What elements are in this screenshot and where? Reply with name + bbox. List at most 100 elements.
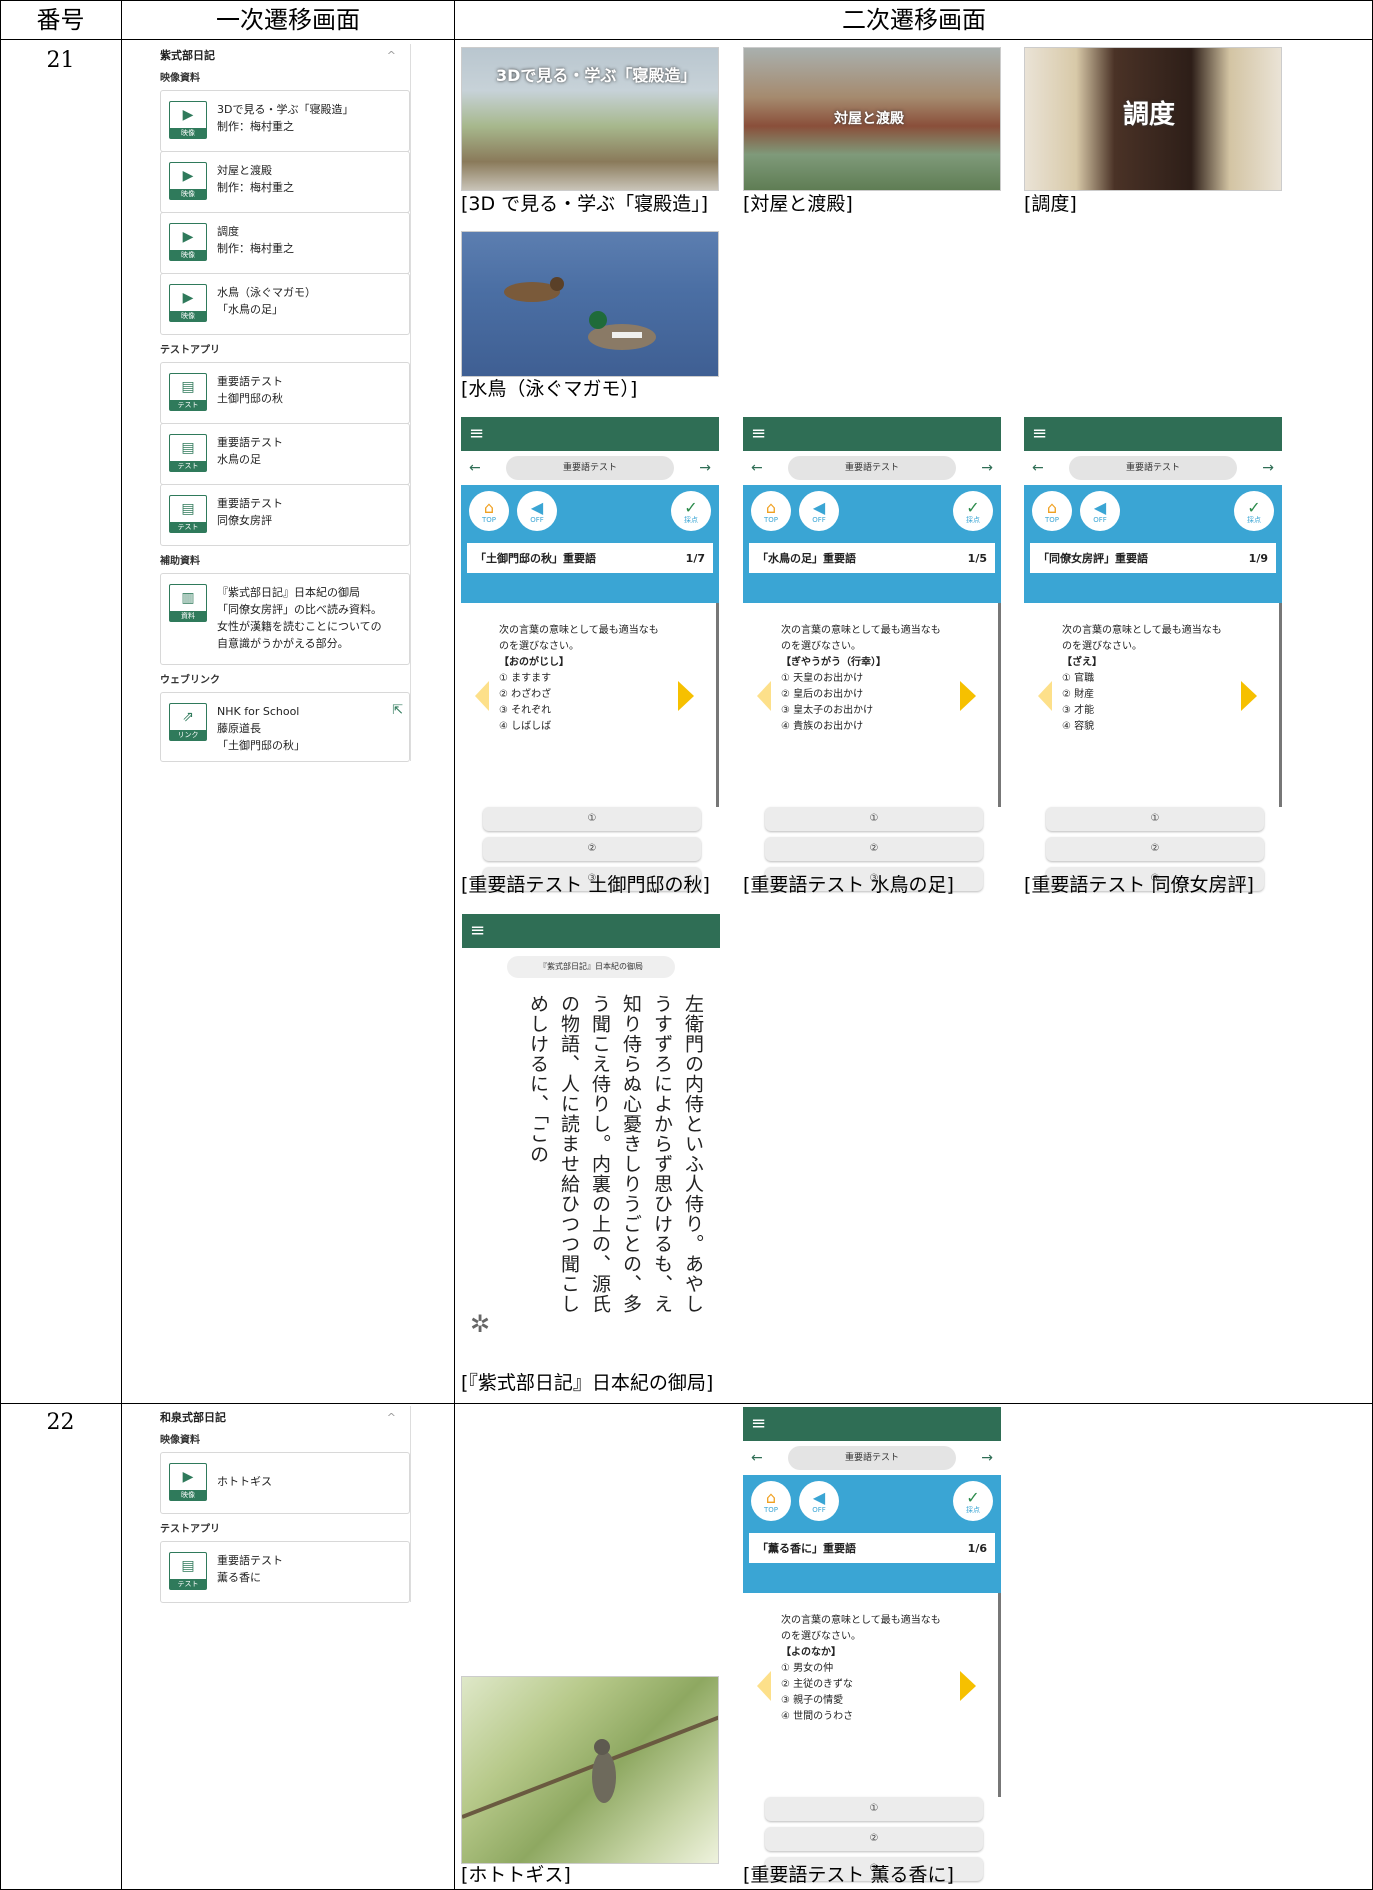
page-indicator: 1/7	[685, 551, 705, 565]
home-button[interactable]: ⌂ TOP	[751, 491, 791, 531]
next-arrow-icon[interactable]	[960, 1671, 976, 1701]
answer-button[interactable]: ②	[483, 837, 701, 861]
question-area: 次の言葉の意味として最も適当なも のを選びなさい。 【おのがじし】 ① ますます ②…	[461, 603, 719, 807]
forward-arrow-icon[interactable]: →	[699, 460, 711, 476]
panel-title[interactable]: 紫式部日記 ^	[160, 44, 410, 68]
section-label: テストアプリ	[160, 1524, 220, 1535]
video-icon: ▶ 映像	[169, 223, 207, 261]
bird-illustration	[462, 1715, 718, 1819]
video-thumbnail-mallard[interactable]	[461, 231, 719, 377]
answer-button[interactable]: ①	[765, 807, 983, 831]
grade-button[interactable]: ✓ 採点	[1234, 491, 1274, 531]
gear-icon[interactable]: ✲	[470, 1310, 490, 1338]
video-thumbnail-tainoya[interactable]: 対屋と渡殿	[743, 47, 1001, 191]
menu-icon[interactable]: ≡	[743, 1407, 1001, 1441]
document-item[interactable]: ▥ 資料 『紫式部日記』日本紀の御局 「同僚女房評」の比べ読み資料。 女性が漢籍を読む…	[160, 573, 410, 665]
video-icon: ▶ 映像	[169, 101, 207, 139]
home-button[interactable]: ⌂ TOP	[469, 491, 509, 531]
video-item[interactable]: ▶ 映像 対屋と渡殿 制作：梅村重之	[160, 151, 410, 213]
test-item[interactable]: ▤ テスト 重要語テスト 同僚女房評	[160, 484, 410, 546]
chevron-up-icon[interactable]: ^	[387, 44, 396, 68]
video-thumbnail-shinden[interactable]: 3Dで見る・学ぶ「寝殿造」	[461, 47, 719, 191]
test-item[interactable]: ▤ テスト 重要語テスト 水鳥の足	[160, 423, 410, 485]
home-button[interactable]: ⌂ TOP	[751, 1481, 791, 1521]
quiz-title: 「薫る香に」重要語	[757, 1542, 856, 1555]
menu-icon[interactable]: ≡	[1024, 417, 1282, 451]
next-arrow-icon[interactable]	[960, 681, 976, 711]
video-thumbnail-chodo[interactable]: 調度	[1024, 47, 1282, 191]
prev-arrow-icon[interactable]	[757, 1671, 771, 1701]
video-item[interactable]: ▶ 映像 調度 制作：梅村重之	[160, 212, 410, 274]
sound-button[interactable]: ◀ OFF	[517, 491, 557, 531]
next-arrow-icon[interactable]	[1241, 681, 1257, 711]
grade-button[interactable]: ✓ 採点	[953, 1481, 993, 1521]
external-link-icon: ⇗ リンク	[169, 703, 207, 741]
sound-button[interactable]: ◀ OFF	[799, 1481, 839, 1521]
sound-button[interactable]: ◀ OFF	[1080, 491, 1120, 531]
answer-button[interactable]: ②	[765, 837, 983, 861]
screen-title: 重要語テスト	[1069, 456, 1237, 480]
vertical-text: 左衛門の内侍といふ人侍り。あやしうすずろによからず思ひけるも、え知り侍らぬ心憂き…	[527, 994, 704, 1314]
caption: [『紫式部日記』日本紀の御局]	[461, 1372, 714, 1394]
next-arrow-icon[interactable]	[678, 681, 694, 711]
test-icon: ▤ テスト	[169, 373, 207, 411]
prev-arrow-icon[interactable]	[757, 681, 771, 711]
header-secondary: 二次遷移画面	[842, 6, 986, 34]
test-icon: ▤ テスト	[169, 434, 207, 472]
video-thumbnail-cuckoo[interactable]	[461, 1676, 719, 1864]
thumbnail-title: 3Dで見る・学ぶ「寝殿造」	[496, 66, 697, 85]
row-number: 21	[46, 48, 75, 73]
sound-button[interactable]: ◀ OFF	[799, 491, 839, 531]
target-word: 【よのなか】	[781, 1647, 841, 1658]
answer-button[interactable]: ②	[765, 1827, 983, 1851]
row-number: 22	[46, 1410, 75, 1435]
section-label: 映像資料	[160, 1435, 200, 1446]
header-number: 番号	[36, 6, 85, 34]
answer-button[interactable]: ①	[483, 807, 701, 831]
course-panel-murasaki: 紫式部日記 ^ 映像資料 ▶ 映像 3Dで見る・学ぶ「寝殿造」 制作：梅村重之 ▶ 映像…	[160, 44, 411, 762]
menu-icon[interactable]: ≡	[743, 417, 1001, 451]
book-icon: ▥ 資料	[169, 584, 207, 622]
panel-title[interactable]: 和泉式部日記 ^	[160, 1406, 410, 1430]
menu-icon[interactable]: ≡	[462, 914, 720, 948]
test-icon: ▤ テスト	[169, 495, 207, 533]
menu-icon[interactable]: ≡	[461, 417, 719, 451]
test-item[interactable]: ▤ テスト 重要語テスト 薫る香に	[160, 1541, 410, 1603]
back-arrow-icon[interactable]: ←	[751, 460, 763, 476]
video-item[interactable]: ▶ 映像 ホトトギス	[160, 1452, 410, 1514]
test-app-screen: ≡ ← 重要語テスト → ⌂ TOP ◀ OFF ✓ 採点 「水鳥の足」重要語 1/5 次の…	[743, 417, 1001, 891]
test-item[interactable]: ▤ テスト 重要語テスト 土御門邸の秋	[160, 362, 410, 424]
page-indicator: 1/5	[967, 551, 987, 565]
grade-button[interactable]: ✓ 採点	[671, 491, 711, 531]
page-indicator: 1/6	[967, 1541, 987, 1555]
prev-arrow-icon[interactable]	[1038, 681, 1052, 711]
screen-title: 重要語テスト	[506, 456, 674, 480]
answer-button[interactable]: ②	[1046, 837, 1264, 861]
prev-arrow-icon[interactable]	[475, 681, 489, 711]
chevron-up-icon[interactable]: ^	[387, 1406, 396, 1430]
web-link-item[interactable]: ⇗ リンク NHK for School 藤原道長 「土御門邸の秋」 ⇱	[160, 692, 410, 762]
forward-arrow-icon[interactable]: →	[1262, 460, 1274, 476]
home-button[interactable]: ⌂ TOP	[1032, 491, 1072, 531]
video-icon: ▶ 映像	[169, 162, 207, 200]
page-indicator: 1/9	[1248, 551, 1268, 565]
caption: [対屋と渡殿]	[743, 193, 853, 215]
test-app-screen: ≡ ← 重要語テスト → ⌂ TOP ◀ OFF ✓ 採点 「土御門邸の秋」重要語 1/7 …	[461, 417, 719, 891]
caption: [3D で見る・学ぶ「寝殿造」]	[461, 193, 709, 215]
caption: [重要語テスト 土御門邸の秋]	[461, 874, 710, 896]
back-arrow-icon[interactable]: ←	[469, 460, 481, 476]
back-arrow-icon[interactable]: ←	[751, 1450, 763, 1466]
video-item[interactable]: ▶ 映像 水鳥（泳ぐマガモ） 「水鳥の足」	[160, 273, 410, 335]
target-word: 【ざえ】	[1062, 657, 1102, 668]
forward-arrow-icon[interactable]: →	[981, 1450, 993, 1466]
grade-button[interactable]: ✓ 採点	[953, 491, 993, 531]
forward-arrow-icon[interactable]: →	[981, 460, 993, 476]
test-icon: ▤ テスト	[169, 1552, 207, 1590]
answer-button[interactable]: ①	[765, 1797, 983, 1821]
video-item[interactable]: ▶ 映像 3Dで見る・学ぶ「寝殿造」 制作：梅村重之	[160, 90, 410, 152]
video-icon: ▶ 映像	[169, 1463, 207, 1501]
open-new-window-icon[interactable]: ⇱	[392, 703, 403, 718]
reader-screen: ≡ 『紫式部日記』日本紀の御局 左衛門の内侍といふ人侍り。あやしうすずろによから…	[462, 914, 720, 1344]
back-arrow-icon[interactable]: ←	[1032, 460, 1044, 476]
answer-button[interactable]: ①	[1046, 807, 1264, 831]
